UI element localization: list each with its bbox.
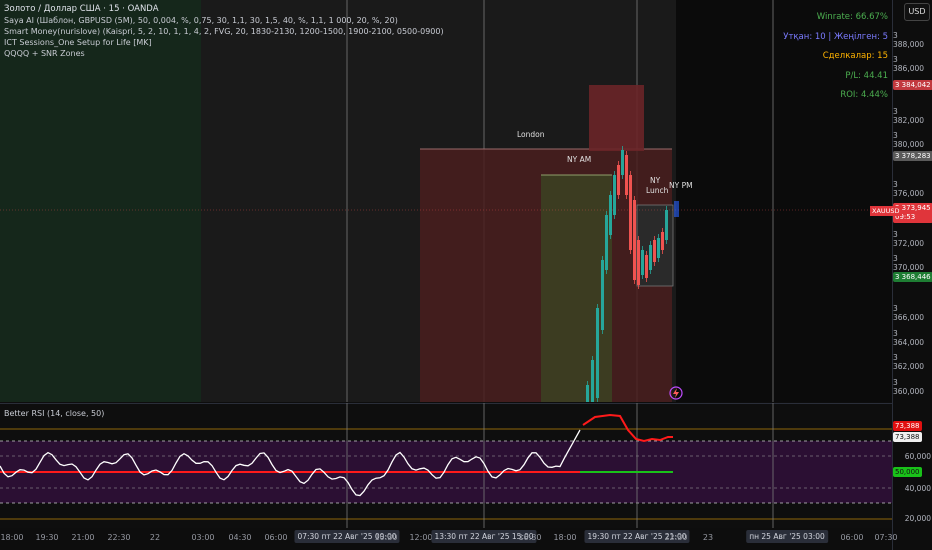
- price-label: 3 360,000: [893, 378, 925, 396]
- price-chart[interactable]: [0, 0, 892, 402]
- price-label: 3 372,000: [893, 230, 925, 248]
- session-label-london: London: [517, 130, 545, 139]
- time-axis[interactable]: 18:00 19:30 21:00 22:30 22 03:00 04:30 0…: [0, 528, 898, 550]
- time-label: 16:30: [518, 533, 542, 542]
- indicator-saya-ai[interactable]: Saya AI (Шаблон, GBPUSD (5M), 50, 0,004,…: [4, 15, 444, 26]
- candle-body: [637, 240, 640, 285]
- time-crosshair-badge: пн 25 Авг '25 03:00: [746, 530, 828, 543]
- candle-body: [617, 165, 620, 195]
- rsi-axis-label: 40,000: [904, 484, 931, 493]
- asia-session-zone: [0, 0, 201, 402]
- winrate-stat: Winrate: 66.67%: [816, 12, 888, 22]
- price-label: 3 366,000: [893, 304, 925, 322]
- price-label: 3 386,000: [893, 55, 925, 73]
- rsi-title[interactable]: Better RSI (14, close, 50): [4, 409, 104, 418]
- candle-body: [657, 238, 660, 258]
- indicator-smart-money[interactable]: Smart Money(nurislove) (Kaispri, 5, 2, 1…: [4, 26, 444, 37]
- candle-body: [601, 260, 604, 330]
- price-badge-level: 3 378,283: [893, 151, 932, 161]
- candle-body: [586, 385, 589, 402]
- symbol-badge: XAUUSD: [870, 206, 902, 216]
- rsi-badge-white: 73,388: [893, 432, 922, 442]
- candle-body: [605, 215, 608, 270]
- price-label: 3 362,000: [893, 353, 925, 371]
- session-label-ny-pm: NY PM: [669, 181, 693, 190]
- roi-stat: ROI: 4.44%: [840, 90, 888, 100]
- rsi-pane[interactable]: [0, 403, 892, 528]
- rsi-badge-red: 73,388: [893, 421, 922, 431]
- pl-stat: P/L: 44.41: [845, 70, 888, 81]
- session-label-ny-lunch-line2: Lunch: [646, 186, 669, 195]
- time-label: 12:00: [409, 533, 433, 542]
- indicator-ict-sessions[interactable]: ICT Sessions_One Setup for Life [MK]: [4, 37, 444, 48]
- candle-body: [649, 245, 652, 270]
- last-price-marker: [674, 201, 679, 217]
- time-label: 04:30: [228, 533, 252, 542]
- supply-zone: [589, 85, 644, 151]
- time-label: 10:30: [374, 533, 398, 542]
- price-label: 3 376,000: [893, 180, 925, 198]
- price-axis[interactable]: 3 388,000 3 386,000 3 382,000 3 380,000 …: [892, 0, 932, 550]
- trades-stat: Сделкалар: 15: [822, 51, 888, 61]
- candle-body: [609, 195, 612, 235]
- price-label: 3 382,000: [893, 107, 925, 125]
- symbol-title[interactable]: Золото / Доллар США · 15 · OANDA: [4, 4, 444, 15]
- chart-legend: Золото / Доллар США · 15 · OANDA Saya AI…: [4, 4, 444, 59]
- time-label: 21:00: [71, 533, 95, 542]
- strategy-stats-panel: Winrate: 66.67% Утқан: 10 | Жеңілген: 5 …: [783, 8, 888, 106]
- time-label: 03:00: [191, 533, 215, 542]
- session-label-ny-lunch-line1: NY: [650, 176, 661, 185]
- candle-body: [591, 360, 594, 402]
- candle-body: [596, 308, 599, 398]
- candle-body: [613, 175, 616, 215]
- candle-body: [665, 210, 668, 240]
- time-label: 22:30: [107, 533, 131, 542]
- candle-body: [625, 155, 628, 195]
- time-label: 18:00: [0, 533, 24, 542]
- time-label: 19:30: [35, 533, 59, 542]
- time-label: 06:00: [264, 533, 288, 542]
- time-label: 18:00: [553, 533, 577, 542]
- rsi-axis-label: 20,000: [904, 514, 931, 523]
- time-label: 23: [702, 533, 714, 542]
- price-label: 3 388,000: [893, 31, 925, 49]
- time-label: 22:30: [664, 533, 688, 542]
- candle-body: [641, 250, 644, 275]
- rsi-axis-label: 60,000: [904, 452, 931, 461]
- indicator-snr-zones[interactable]: QQQQ + SNR Zones: [4, 48, 444, 59]
- candle-body: [621, 150, 624, 175]
- candle-body: [661, 232, 664, 250]
- price-badge-high: 3 384,042: [893, 80, 932, 90]
- price-label: 3 370,000: [893, 254, 925, 272]
- candle-body: [633, 200, 636, 280]
- rsi-badge-green: 50,000: [893, 467, 922, 477]
- candle-body: [653, 240, 656, 262]
- candle-body: [645, 255, 648, 278]
- price-label: 3 380,000: [893, 131, 925, 149]
- session-label-ny-am: NY AM: [567, 155, 592, 164]
- time-label: 06:00: [840, 533, 864, 542]
- time-label: 22: [149, 533, 161, 542]
- price-badge-low: 3 368,446: [893, 272, 932, 282]
- currency-button[interactable]: USD: [904, 3, 930, 21]
- won-lost-stat: Утқан: 10 | Жеңілген: 5: [783, 31, 888, 42]
- price-label: 3 364,000: [893, 329, 925, 347]
- candle-body: [629, 175, 632, 250]
